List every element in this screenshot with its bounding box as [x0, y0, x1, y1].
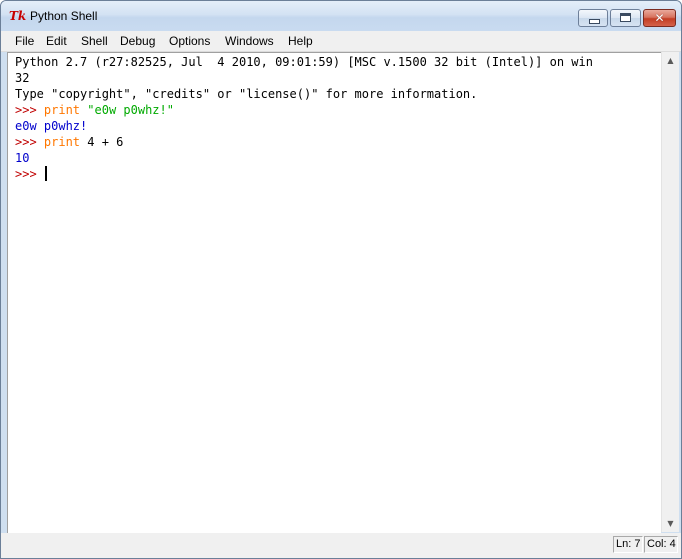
shell-text-area[interactable]: Python 2.7 (r27:82525, Jul 4 2010, 09:01…: [7, 52, 661, 533]
title-bar[interactable]: Tk Python Shell ✕: [1, 1, 681, 31]
output-line: 10: [15, 151, 30, 165]
expression: 4 + 6: [80, 135, 124, 149]
shell-prompt: >>>: [15, 167, 44, 181]
close-button[interactable]: ✕: [643, 9, 676, 27]
python-shell-window: Tk Python Shell ✕ File Edit Shell Debug …: [0, 0, 682, 559]
banner-line: Python 2.7 (r27:82525, Jul 4 2010, 09:01…: [15, 55, 593, 69]
current-input-line[interactable]: >>>: [15, 166, 47, 182]
string-literal: "e0w p0whz!": [87, 103, 174, 117]
status-bar: Ln: 7 Col: 4: [1, 533, 681, 558]
minimize-icon: [589, 19, 600, 24]
menu-windows[interactable]: Windows: [225, 33, 274, 49]
column-number-status: Col: 4: [644, 536, 678, 553]
menu-options[interactable]: Options: [169, 33, 210, 49]
input-line: >>> print "e0w p0whz!": [15, 102, 174, 118]
banner-line: Type "copyright", "credits" or "license(…: [15, 87, 478, 101]
tk-app-icon: Tk: [9, 9, 27, 23]
keyword-print: print: [43, 103, 81, 117]
scroll-down-arrow-icon[interactable]: ▼: [662, 515, 679, 532]
input-line: >>> print 4 + 6: [15, 134, 123, 150]
menu-debug[interactable]: Debug: [120, 33, 155, 49]
keyword-print: print: [43, 135, 81, 149]
shell-prompt: >>>: [15, 135, 44, 149]
menu-edit[interactable]: Edit: [46, 33, 67, 49]
window-title: Python Shell: [30, 9, 98, 23]
text-cursor: [44, 166, 47, 181]
maximize-button[interactable]: [610, 9, 641, 27]
banner-line: 32: [15, 71, 30, 85]
scroll-up-arrow-icon[interactable]: ▲: [662, 52, 679, 69]
close-icon: ✕: [654, 11, 665, 25]
line-number-status: Ln: 7: [613, 536, 643, 553]
maximize-icon: [620, 13, 631, 22]
vertical-scrollbar[interactable]: ▲ ▼: [661, 52, 679, 532]
menu-help[interactable]: Help: [288, 33, 313, 49]
minimize-button[interactable]: [578, 9, 608, 27]
menu-file[interactable]: File: [15, 33, 34, 49]
menu-shell[interactable]: Shell: [81, 33, 108, 49]
menu-bar: File Edit Shell Debug Options Windows He…: [1, 31, 681, 52]
output-line: e0w p0whz!: [15, 119, 88, 133]
shell-prompt: >>>: [15, 103, 44, 117]
